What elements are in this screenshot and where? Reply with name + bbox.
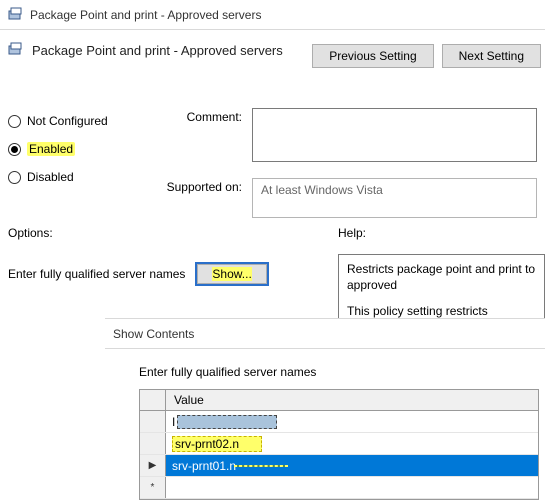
show-button[interactable]: Show... (197, 264, 266, 284)
next-setting-button[interactable]: Next Setting (442, 44, 541, 68)
dialog-titlebar: Show Contents (105, 319, 545, 349)
radio-label: Not Configured (27, 114, 108, 128)
table-row[interactable]: I (140, 411, 538, 433)
radio-icon (8, 115, 21, 128)
options-header: Options: (8, 226, 338, 240)
help-header: Help: (338, 226, 537, 240)
row-marker (140, 433, 166, 454)
options-help-headers: Options: Help: (0, 222, 545, 246)
radio-label: Disabled (27, 170, 74, 184)
radio-icon (8, 143, 21, 156)
nav-buttons: Previous Setting Next Setting (312, 44, 545, 68)
radio-enabled[interactable]: Enabled (8, 142, 148, 156)
redacted-text (177, 415, 277, 429)
supported-on-value: At least Windows Vista (252, 178, 537, 218)
show-contents-dialog: Show Contents Enter fully qualified serv… (105, 318, 545, 500)
table-row[interactable]: * (140, 477, 538, 499)
dialog-title: Show Contents (113, 327, 194, 341)
main-titlebar: Package Point and print - Approved serve… (0, 0, 545, 30)
radio-label: Enabled (27, 142, 75, 156)
row-marker: ▶ (140, 455, 166, 476)
row-value[interactable]: srv-prnt01.n (166, 455, 538, 476)
option-field-label: Enter fully qualified server names (8, 264, 185, 281)
grid-column-value: Value (166, 390, 538, 410)
highlighted-overlay (234, 465, 288, 467)
help-paragraph: Restricts package point and print to app… (347, 261, 536, 293)
radio-not-configured[interactable]: Not Configured (8, 114, 148, 128)
supported-on-label: Supported on: (160, 178, 242, 194)
table-row[interactable]: srv-prnt02.n (140, 433, 538, 455)
row-value[interactable]: I (166, 411, 538, 432)
config-area: Not Configured Enabled Disabled Comment:… (0, 98, 545, 222)
previous-setting-button[interactable]: Previous Setting (312, 44, 433, 68)
app-icon (8, 7, 24, 23)
window-title: Package Point and print - Approved serve… (30, 8, 261, 22)
row-marker (140, 411, 166, 432)
server-grid[interactable]: Value Isrv-prnt02.n ▶srv-prnt01.n* (139, 389, 539, 500)
row-marker: * (140, 477, 166, 498)
radio-icon (8, 171, 21, 184)
policy-icon (8, 42, 24, 58)
highlighted-text: srv-prnt02.n (172, 436, 262, 452)
comment-input[interactable] (252, 108, 537, 162)
state-radios: Not Configured Enabled Disabled (8, 108, 148, 222)
table-row[interactable]: ▶srv-prnt01.n (140, 455, 538, 477)
grid-header: Value (140, 390, 538, 411)
comment-label: Comment: (160, 108, 242, 124)
fields-area: Comment: Supported on: At least Windows … (160, 108, 537, 222)
dialog-field-label: Enter fully qualified server names (139, 365, 523, 379)
row-value[interactable] (166, 477, 538, 498)
radio-disabled[interactable]: Disabled (8, 170, 148, 184)
row-value[interactable]: srv-prnt02.n (166, 433, 538, 454)
